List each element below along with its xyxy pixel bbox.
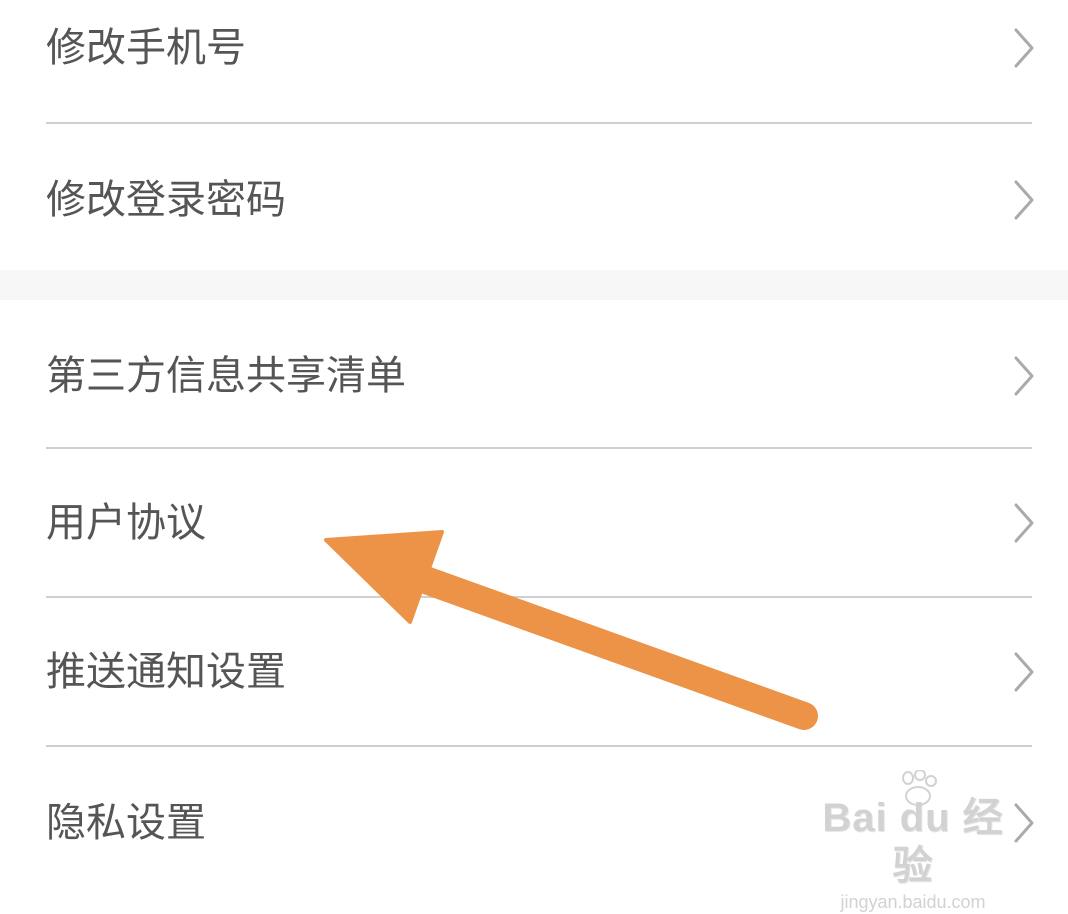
- settings-item-label: 隐私设置: [46, 800, 206, 846]
- chevron-right-icon: [1014, 180, 1034, 220]
- chevron-right-icon: [1014, 28, 1034, 68]
- settings-item-privacy[interactable]: 隐私设置: [0, 747, 1068, 884]
- settings-item-change-password[interactable]: 修改登录密码: [0, 124, 1068, 270]
- watermark-url: jingyan.baidu.com: [840, 892, 986, 912]
- chevron-right-icon: [1014, 803, 1034, 843]
- chevron-right-icon: [1014, 356, 1034, 396]
- settings-item-label: 修改登录密码: [46, 177, 286, 223]
- chevron-right-icon: [1014, 652, 1034, 692]
- settings-item-change-phone[interactable]: 修改手机号: [0, 0, 1068, 122]
- settings-item-third-party-sharing[interactable]: 第三方信息共享清单: [0, 300, 1068, 448]
- settings-item-user-agreement[interactable]: 用户协议: [0, 449, 1068, 596]
- section-gap: [0, 270, 1068, 300]
- settings-item-label: 修改手机号: [46, 25, 246, 71]
- settings-item-label: 第三方信息共享清单: [46, 353, 406, 399]
- chevron-right-icon: [1014, 503, 1034, 543]
- settings-item-push-notifications[interactable]: 推送通知设置: [0, 598, 1068, 745]
- settings-item-label: 推送通知设置: [46, 649, 286, 695]
- settings-item-label: 用户协议: [46, 500, 206, 546]
